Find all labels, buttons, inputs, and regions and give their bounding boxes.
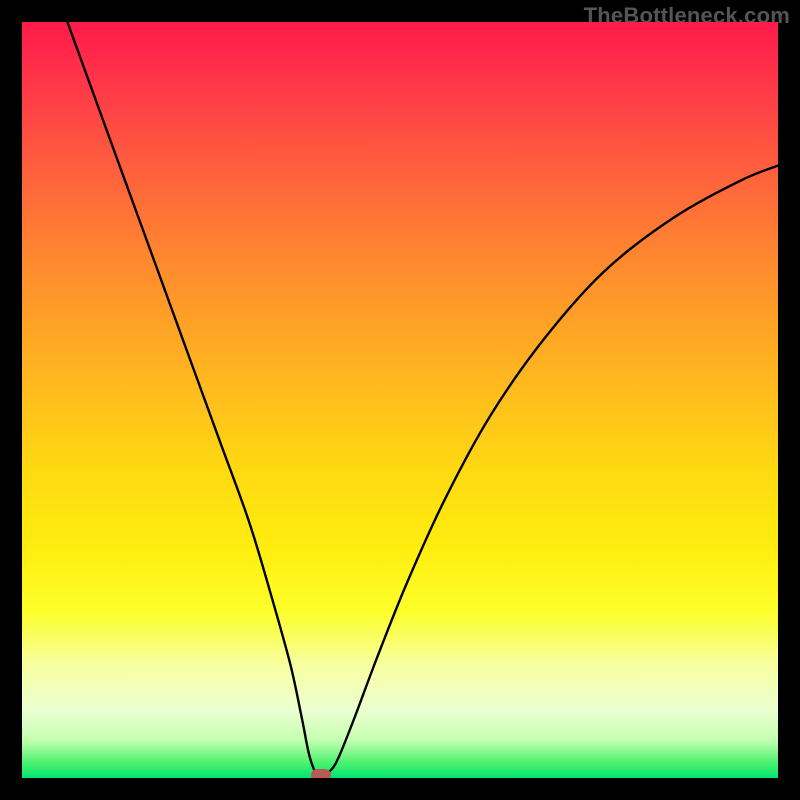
bottleneck-curve — [22, 22, 778, 778]
plot-area — [22, 22, 778, 778]
curve-path — [67, 22, 778, 776]
optimal-marker — [311, 769, 331, 778]
chart-frame: TheBottleneck.com — [0, 0, 800, 800]
